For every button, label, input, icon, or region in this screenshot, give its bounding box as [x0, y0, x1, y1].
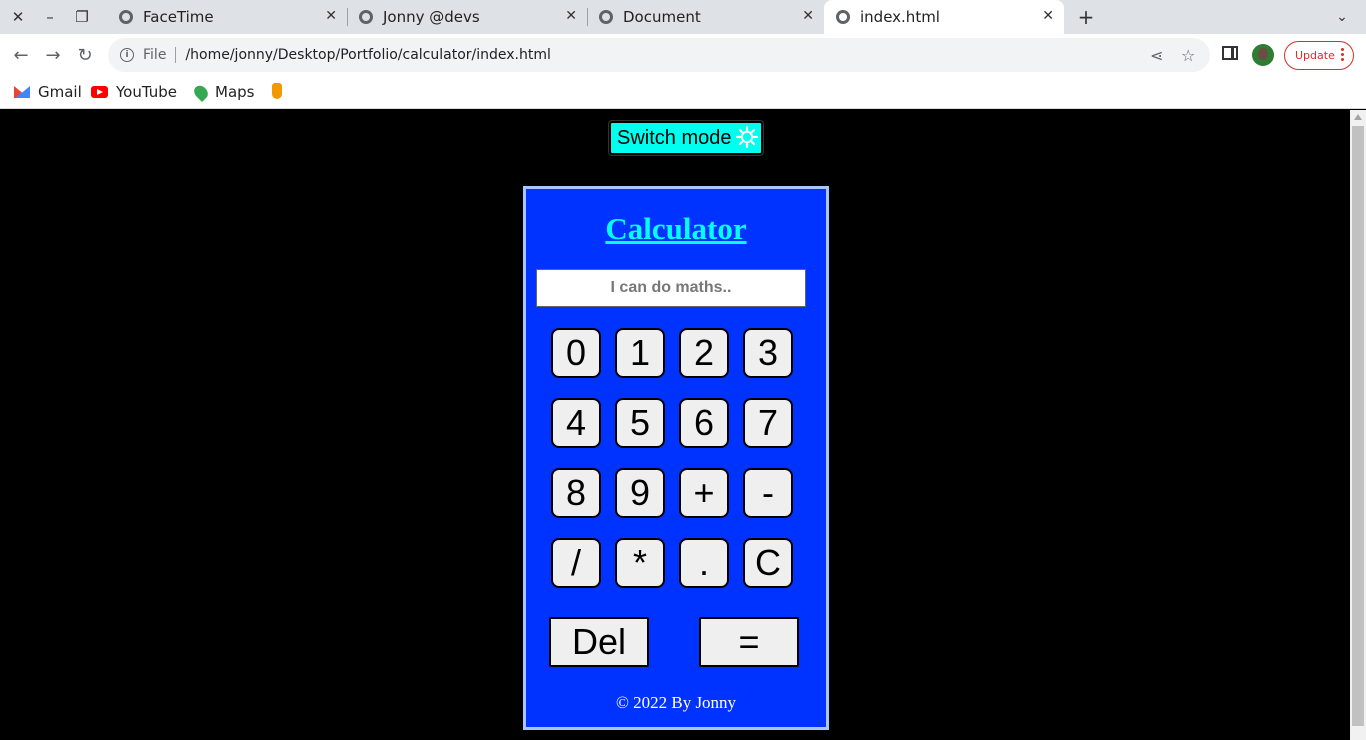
extension-bookmark-icon[interactable] — [272, 83, 282, 99]
key-5[interactable]: 5 — [615, 398, 665, 448]
key-1[interactable]: 1 — [615, 328, 665, 378]
url-scheme: File — [143, 47, 167, 63]
info-icon[interactable]: i — [120, 48, 134, 62]
gmail-icon — [14, 86, 30, 98]
switch-mode-label: Switch mode — [617, 126, 732, 149]
tab-facetime[interactable]: FaceTime ✕ — [107, 0, 347, 34]
sun-icon — [736, 126, 758, 148]
youtube-icon — [91, 86, 108, 98]
reload-icon[interactable]: ↻ — [70, 40, 100, 70]
bookmark-label: Maps — [215, 83, 255, 101]
scroll-up-arrow-icon[interactable] — [1354, 114, 1362, 120]
back-icon[interactable]: ← — [6, 40, 36, 70]
scrollbar-thumb[interactable] — [1352, 126, 1364, 726]
tab-title: Jonny @devs — [383, 8, 480, 26]
key-plus[interactable]: + — [679, 468, 729, 518]
menu-dots-icon — [1341, 48, 1345, 63]
calculator-panel: Calculator 0 1 2 3 4 5 6 7 8 9 + - / * .… — [523, 186, 829, 730]
key-minus[interactable]: - — [743, 468, 793, 518]
bookmark-star-icon[interactable]: ☆ — [1181, 46, 1195, 65]
key-2[interactable]: 2 — [679, 328, 729, 378]
profile-avatar[interactable] — [1252, 44, 1274, 66]
page-viewport: Switch mode Calculator 0 1 2 3 4 5 6 7 8 — [0, 110, 1350, 740]
tab-jonny-devs[interactable]: Jonny @devs ✕ — [347, 0, 587, 34]
address-bar[interactable]: i File /home/jonny/Desktop/Portfolio/cal… — [108, 38, 1210, 72]
key-divide[interactable]: / — [551, 538, 601, 588]
tab-title: FaceTime — [143, 8, 214, 26]
window-close-icon[interactable]: ✕ — [2, 0, 34, 34]
globe-icon — [119, 10, 133, 24]
key-3[interactable]: 3 — [743, 328, 793, 378]
share-icon[interactable]: ⋖ — [1150, 46, 1163, 65]
globe-icon — [836, 10, 850, 24]
globe-icon — [599, 10, 613, 24]
key-9[interactable]: 9 — [615, 468, 665, 518]
tab-bar: ✕ – ❐ FaceTime ✕ Jonny @devs ✕ Document … — [0, 0, 1366, 34]
key-6[interactable]: 6 — [679, 398, 729, 448]
tab-title: Document — [623, 8, 701, 26]
key-multiply[interactable]: * — [615, 538, 665, 588]
tab-index-html[interactable]: index.html ✕ — [824, 0, 1064, 34]
tab-close-icon[interactable]: ✕ — [802, 8, 814, 24]
key-8[interactable]: 8 — [551, 468, 601, 518]
tab-close-icon[interactable]: ✕ — [325, 8, 337, 24]
key-clear[interactable]: C — [743, 538, 793, 588]
key-7[interactable]: 7 — [743, 398, 793, 448]
key-0[interactable]: 0 — [551, 328, 601, 378]
new-tab-icon[interactable]: + — [1074, 0, 1098, 34]
tab-search-chevron-icon[interactable]: ⌄ — [1330, 0, 1354, 34]
tab-close-icon[interactable]: ✕ — [1042, 8, 1054, 24]
switch-mode-button[interactable]: Switch mode — [608, 120, 764, 156]
globe-icon — [359, 10, 373, 24]
page-scrollbar[interactable] — [1350, 110, 1366, 740]
update-label: Update — [1295, 49, 1335, 62]
window-restore-icon[interactable]: ❐ — [66, 0, 98, 34]
browser-toolbar: ← → ↻ i File /home/jonny/Desktop/Portfol… — [0, 34, 1366, 76]
bookmark-youtube[interactable]: YouTube — [91, 82, 177, 102]
tab-title: index.html — [860, 8, 940, 26]
url-text[interactable]: /home/jonny/Desktop/Portfolio/calculator… — [185, 47, 550, 63]
key-4[interactable]: 4 — [551, 398, 601, 448]
window-minimize-icon[interactable]: – — [34, 0, 66, 34]
bookmark-label: YouTube — [116, 83, 177, 101]
key-decimal[interactable]: . — [679, 538, 729, 588]
delete-button[interactable]: Del — [549, 617, 649, 667]
maps-pin-icon — [191, 82, 211, 102]
bookmarks-bar: Gmail YouTube Maps — [0, 76, 1366, 109]
calculator-title: Calculator — [605, 211, 747, 246]
omnibox-separator — [175, 47, 177, 63]
copyright-footer: © 2022 By Jonny — [615, 693, 737, 712]
equals-button[interactable]: = — [699, 617, 799, 667]
bookmark-label: Gmail — [38, 83, 82, 101]
bookmark-maps[interactable]: Maps — [191, 82, 255, 102]
forward-icon[interactable]: → — [38, 40, 68, 70]
tab-document[interactable]: Document ✕ — [587, 0, 824, 34]
side-panel-icon[interactable] — [1222, 46, 1238, 60]
bookmark-gmail[interactable]: Gmail — [14, 82, 82, 102]
update-button[interactable]: Update — [1284, 41, 1354, 70]
tab-close-icon[interactable]: ✕ — [565, 8, 577, 24]
calculator-display-input[interactable] — [536, 269, 806, 307]
